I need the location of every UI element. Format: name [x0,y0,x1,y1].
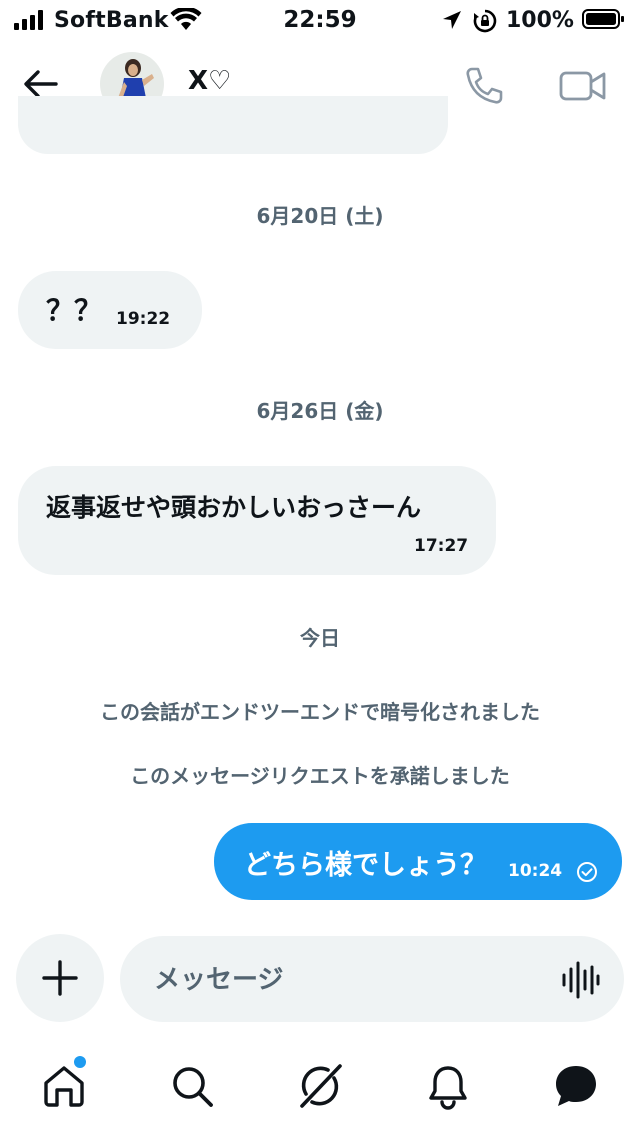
rotation-lock-icon [473,9,497,33]
waveform-icon[interactable] [560,960,600,1000]
previous-message-bubble [18,96,448,154]
contact-name[interactable]: X♡ [188,66,231,96]
message-input-container [120,936,624,1022]
check-circle-icon [577,862,597,882]
notification-dot [74,1056,86,1068]
video-camera-icon[interactable] [558,64,608,108]
battery-icon [582,9,624,29]
plus-icon [42,960,78,996]
message-input[interactable] [152,954,536,1006]
message-text: どちら様でしょう？ [244,850,487,881]
search-icon[interactable] [168,1062,216,1110]
message-time: 10:24 [508,861,563,881]
encryption-notice: この会話がエンドツーエンドで暗号化されました [100,700,540,724]
date-separator: 6月26日 (金) [256,399,384,423]
incoming-message-bubble[interactable]: 返事返せや頭おかしいおっさーん 17:27 [18,466,496,575]
date-separator: 6月20日 (土) [256,204,384,228]
battery-percentage: 100% [506,8,574,33]
add-attachment-button[interactable] [16,934,104,1022]
message-time: 19:22 [116,309,171,329]
date-separator: 今日 [300,626,340,650]
messages-icon[interactable] [552,1062,600,1110]
status-bar: SoftBank 22:59 100% [0,0,640,42]
request-accepted-notice: このメッセージリクエストを承諾しました [130,764,510,788]
incoming-message-bubble[interactable]: ？？ 19:22 [18,271,202,349]
phone-icon[interactable] [462,64,506,108]
grok-icon[interactable] [296,1062,344,1110]
home-icon[interactable] [40,1062,88,1110]
message-text: ？？ [46,294,103,327]
bottom-tab-bar [0,1046,640,1136]
message-text: 返事返せや頭おかしいおっさーん [46,493,422,522]
location-arrow-icon [443,11,461,29]
outgoing-message-bubble[interactable]: どちら様でしょう？ 10:24 [214,823,622,900]
bell-icon[interactable] [424,1062,472,1110]
message-time: 17:27 [414,536,469,556]
